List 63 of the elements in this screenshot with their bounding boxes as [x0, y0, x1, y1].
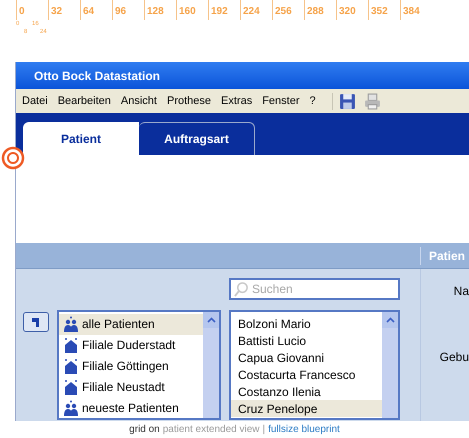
- list-item[interactable]: Filiale Göttingen: [59, 356, 203, 376]
- tab[interactable]: Auftragsart: [139, 122, 255, 155]
- grid-status: grid on: [129, 423, 160, 437]
- ruler-label: 352: [368, 0, 400, 20]
- window-title: Otto Bock Datastation: [34, 68, 160, 84]
- tab[interactable]: Patient: [23, 122, 139, 155]
- list-item[interactable]: Filiale Duderstadt: [59, 334, 203, 356]
- people-icon: [63, 400, 79, 416]
- menu-item[interactable]: Extras: [221, 92, 252, 110]
- ruler-label: 320: [336, 0, 368, 20]
- list-item[interactable]: Battisti Lucio: [231, 332, 382, 349]
- menu-item[interactable]: Datei: [22, 92, 48, 110]
- list-item[interactable]: neueste Patienten: [59, 397, 203, 418]
- menu-item[interactable]: Bearbeiten: [58, 92, 111, 110]
- ruler-label: 0: [16, 0, 48, 20]
- ruler-label: 288: [304, 0, 336, 20]
- field-label: Na: [454, 283, 469, 300]
- panel-title: Patien: [420, 246, 469, 264]
- ruler-label: 192: [208, 0, 240, 20]
- menu-item[interactable]: Prothese: [166, 92, 212, 110]
- building-icon: [63, 337, 79, 354]
- caret-up-icon: [386, 317, 394, 323]
- menu-item[interactable]: Ansicht: [120, 92, 157, 110]
- pin-icon: [31, 317, 41, 327]
- list-item[interactable]: Capua Giovanni: [231, 349, 382, 366]
- people-icon: [63, 316, 79, 332]
- ruler-label: 128: [144, 0, 176, 20]
- blueprint-link[interactable]: fullsize blueprint: [268, 422, 340, 437]
- list-item[interactable]: Cruz Penelope: [231, 400, 382, 417]
- ruler-label: 96: [112, 0, 144, 20]
- caret-up-icon: [206, 317, 216, 323]
- scrollbar[interactable]: [382, 312, 398, 418]
- list-item-label: Filiale Neustadt: [82, 378, 165, 396]
- field-label: Gebu: [440, 349, 469, 366]
- list-item-label: neueste Patienten: [82, 400, 179, 417]
- search-input[interactable]: Suchen: [252, 280, 398, 298]
- ruler-label: 384: [400, 0, 432, 20]
- ruler-label: 64: [80, 0, 112, 20]
- menu-item[interactable]: Fenster: [262, 92, 300, 110]
- list-item[interactable]: Costanzo Ilenia: [231, 383, 382, 400]
- building-icon: [63, 358, 79, 374]
- printer-icon[interactable]: [364, 92, 381, 110]
- pin-button[interactable]: [23, 312, 49, 332]
- list-item[interactable]: alle Patienten: [59, 314, 203, 335]
- list-item-label: alle Patienten: [82, 316, 155, 334]
- scrollbar[interactable]: [203, 312, 219, 418]
- building-icon: [63, 378, 79, 395]
- scroll-up-button[interactable]: [382, 312, 398, 328]
- list-item[interactable]: Bolzoni Mario: [231, 315, 382, 332]
- list-item[interactable]: Costacurta Francesco: [231, 366, 382, 383]
- view-label: patient extended view: [162, 423, 260, 437]
- search-field[interactable]: Suchen: [229, 278, 400, 300]
- ruler-label: 160: [176, 0, 208, 20]
- separator: |: [262, 423, 266, 437]
- list-item[interactable]: Filiale Neustadt: [59, 376, 203, 398]
- list-item-label: Filiale Göttingen: [82, 358, 169, 375]
- menu-item[interactable]: ?: [310, 92, 316, 110]
- scroll-up-button[interactable]: [203, 312, 219, 328]
- ruler-label: 224: [240, 0, 272, 20]
- ruler-label: 256: [272, 0, 304, 20]
- ruler-label: 32: [48, 0, 80, 20]
- list-item-label: Filiale Duderstadt: [82, 337, 176, 354]
- search-icon: [234, 282, 249, 296]
